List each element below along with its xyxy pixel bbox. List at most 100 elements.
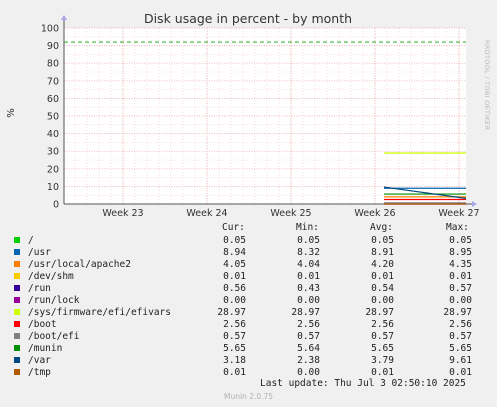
y-tick-label-20: 20 xyxy=(47,164,59,175)
legend-row: /sys/firmware/efi/efivars 28.97 28.97 28.97… xyxy=(0,307,497,319)
legend-value-cur: 0.05 xyxy=(223,235,246,246)
legend-label: /tmp xyxy=(28,367,51,378)
y-axis-label: % xyxy=(6,108,17,118)
legend-swatch xyxy=(14,357,20,363)
legend-value-max: 8.95 xyxy=(449,247,472,258)
legend-row: /boot 2.56 2.56 2.56 2.56 xyxy=(0,319,497,331)
legend-swatch xyxy=(14,345,20,351)
legend-label: /run xyxy=(28,283,51,294)
legend-label: /munin xyxy=(28,343,63,354)
legend-value-max: 0.57 xyxy=(449,283,472,294)
legend-swatch xyxy=(14,261,20,267)
legend-value-cur: 0.01 xyxy=(223,271,246,282)
x-axis-arrow xyxy=(472,201,477,207)
y-tick-label-70: 70 xyxy=(47,76,59,87)
legend-value-cur: 0.56 xyxy=(223,283,246,294)
legend-swatch xyxy=(14,321,20,327)
legend-value-max: 0.00 xyxy=(449,295,472,306)
legend-value-min: 5.64 xyxy=(297,343,320,354)
legend-value-avg: 5.65 xyxy=(371,343,394,354)
legend-value-avg: 28.97 xyxy=(365,307,394,318)
legend-row: /run/lock 0.00 0.00 0.00 0.00 xyxy=(0,295,497,307)
last-update: Last update: Thu Jul 3 02:50:10 2025 xyxy=(260,378,466,389)
legend-label: /var xyxy=(28,355,51,366)
legend-value-cur: 0.01 xyxy=(223,367,246,378)
legend-swatch xyxy=(14,297,20,303)
y-tick-label-0: 0 xyxy=(53,200,59,211)
legend-label: /boot xyxy=(28,319,57,330)
legend-label: / xyxy=(28,235,34,246)
legend-swatch xyxy=(14,333,20,339)
rrdtool-credit: RRDTOOL / TOBI OETIKER xyxy=(483,40,491,131)
legend-value-cur: 4.05 xyxy=(223,259,246,270)
x-tick-label: Week 23 xyxy=(102,208,143,219)
legend-row: / 0.05 0.05 0.05 0.05 xyxy=(0,235,497,247)
legend-value-avg: 0.01 xyxy=(371,271,394,282)
legend-value-min: 8.32 xyxy=(297,247,320,258)
y-tick-label-40: 40 xyxy=(47,129,59,140)
legend-swatch xyxy=(14,369,20,375)
legend-value-cur: 5.65 xyxy=(223,343,246,354)
legend-swatch xyxy=(14,309,20,315)
y-axis-arrow xyxy=(61,15,67,20)
legend-value-min: 2.38 xyxy=(297,355,320,366)
y-tick-label-100: 100 xyxy=(41,24,59,35)
legend-value-min: 0.43 xyxy=(297,283,320,294)
legend-value-avg: 4.20 xyxy=(371,259,394,270)
legend-value-max: 28.97 xyxy=(443,307,472,318)
legend-value-min: 28.97 xyxy=(291,307,320,318)
col-header-cur: Cur: xyxy=(222,222,245,233)
legend-label: /dev/shm xyxy=(28,271,74,282)
legend-value-cur: 8.94 xyxy=(223,247,246,258)
y-tick-label-10: 10 xyxy=(47,182,59,193)
x-tick-label: Week 25 xyxy=(270,208,311,219)
legend-row: /usr 8.94 8.32 8.91 8.95 xyxy=(0,247,497,259)
legend-value-max: 4.35 xyxy=(449,259,472,270)
legend-value-avg: 8.91 xyxy=(371,247,394,258)
legend-value-avg: 0.54 xyxy=(371,283,394,294)
y-tick-label-60: 60 xyxy=(47,94,59,105)
legend-row: /var 3.18 2.38 3.79 9.61 xyxy=(0,355,497,367)
legend-value-cur: 2.56 xyxy=(223,319,246,330)
legend-value-avg: 2.56 xyxy=(371,319,394,330)
col-header-max: Max: xyxy=(446,222,469,233)
legend-value-max: 5.65 xyxy=(449,343,472,354)
x-tick-label: Week 27 xyxy=(438,208,479,219)
legend-value-min: 0.00 xyxy=(297,367,320,378)
legend-value-max: 0.01 xyxy=(449,367,472,378)
legend-value-min: 0.01 xyxy=(297,271,320,282)
version: Munin 2.0.75 xyxy=(224,392,274,401)
legend-value-avg: 0.00 xyxy=(371,295,394,306)
legend-swatch xyxy=(14,285,20,291)
legend-value-min: 0.00 xyxy=(297,295,320,306)
legend-row: /usr/local/apache2 4.05 4.04 4.20 4.35 xyxy=(0,259,497,271)
legend-value-max: 0.05 xyxy=(449,235,472,246)
y-tick-label-30: 30 xyxy=(47,147,59,158)
legend-swatch xyxy=(14,237,20,243)
legend-row: /munin 5.65 5.64 5.65 5.65 xyxy=(0,343,497,355)
chart: Disk usage in percent - by month % 0 10 20… xyxy=(6,11,480,219)
y-tick-label-50: 50 xyxy=(47,112,59,123)
x-tick-label: Week 24 xyxy=(186,208,227,219)
legend-value-avg: 0.01 xyxy=(371,367,394,378)
legend-value-cur: 28.97 xyxy=(217,307,246,318)
legend-value-cur: 0.00 xyxy=(223,295,246,306)
legend-value-min: 2.56 xyxy=(297,319,320,330)
y-tick-label-90: 90 xyxy=(47,41,59,52)
x-tick-label: Week 26 xyxy=(354,208,395,219)
legend-label: /run/lock xyxy=(28,295,80,306)
legend-value-cur: 0.57 xyxy=(223,331,246,342)
legend-value-avg: 0.05 xyxy=(371,235,394,246)
legend-value-min: 4.04 xyxy=(297,259,320,270)
legend-label: /boot/efi xyxy=(28,331,80,342)
col-header-min: Min: xyxy=(296,222,319,233)
chart-title: Disk usage in percent - by month xyxy=(144,11,352,26)
legend-value-max: 0.01 xyxy=(449,271,472,282)
legend-row: /dev/shm 0.01 0.01 0.01 0.01 xyxy=(0,271,497,283)
legend-value-max: 0.57 xyxy=(449,331,472,342)
legend-value-cur: 3.18 xyxy=(223,355,246,366)
legend-label: /usr xyxy=(28,247,51,258)
legend-label: /sys/firmware/efi/efivars xyxy=(28,307,171,318)
legend-value-min: 0.57 xyxy=(297,331,320,342)
legend-value-avg: 3.79 xyxy=(371,355,394,366)
